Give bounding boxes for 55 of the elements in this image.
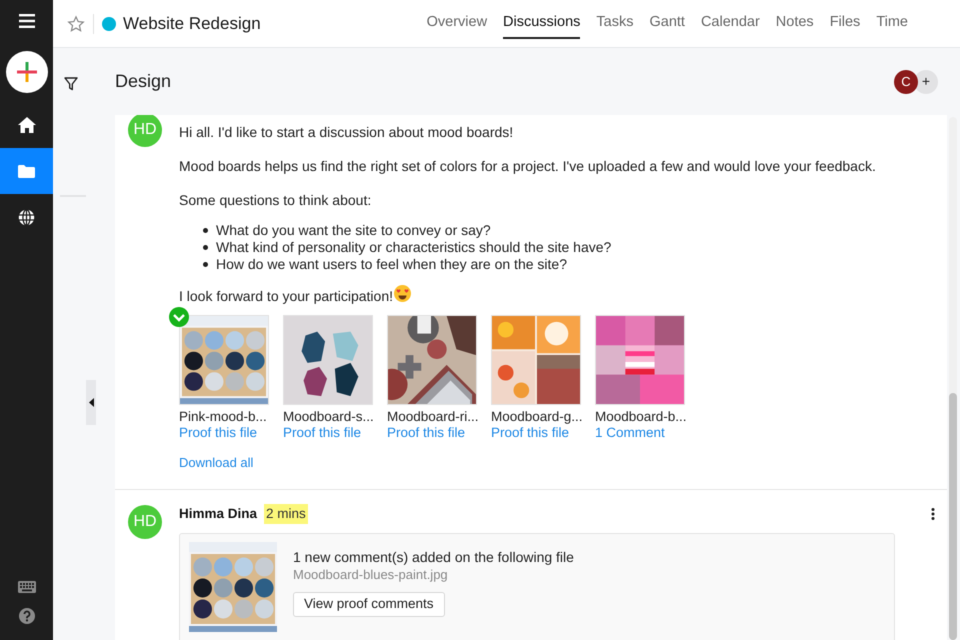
bullet-icon [203, 262, 208, 267]
file-name: Moodboard-ri... [387, 409, 477, 425]
post-paragraph: Mood boards helps us find the right set of colors for a project. I've uploaded a few and would love your feedback. [179, 157, 877, 175]
download-all-link[interactable]: Download all [179, 453, 254, 472]
bullet-icon [203, 245, 208, 250]
bullet-text: What kind of personality or characteristics should the site have? [216, 239, 612, 256]
add-button[interactable] [6, 51, 48, 93]
bullet-text: What do you want the site to convey or say? [216, 222, 491, 239]
star-icon[interactable] [67, 14, 85, 32]
file-name: Moodboard-s... [283, 409, 373, 425]
post-paragraph: Hi all. I'd like to start a discussion about mood boards! [179, 123, 514, 141]
plus-icon [16, 62, 36, 82]
nav-tab[interactable]: Calendar [700, 8, 760, 39]
member-avatar: C [894, 70, 918, 94]
folder-icon [18, 164, 35, 178]
keyboard-icon[interactable] [18, 581, 36, 593]
help-icon[interactable] [18, 608, 34, 624]
file-action-link[interactable]: Proof this file [179, 425, 269, 441]
collapse-handle[interactable] [86, 380, 96, 425]
file-name: Moodboard-b... [595, 409, 685, 425]
file-action-link[interactable]: Proof this file [283, 425, 373, 441]
user-avatar: HD [128, 505, 162, 539]
nav-tab[interactable]: Tasks [596, 8, 634, 39]
nav-tab[interactable]: Time [876, 8, 908, 39]
file-action-link[interactable]: 1 Comment [595, 425, 685, 441]
caret-icon [88, 398, 94, 407]
section-title: Design [115, 70, 172, 93]
file-name: Moodboard-g... [491, 409, 581, 425]
globe-icon [18, 208, 35, 226]
menu-icon[interactable] [18, 14, 34, 28]
nav-tab[interactable]: Discussions [503, 8, 580, 39]
notification-text: 1 new comment(s) added on the following file [293, 548, 574, 566]
bullet-icon [203, 228, 208, 233]
home-icon [18, 117, 36, 133]
author-name: Himma Dina [179, 504, 258, 523]
scrollbar[interactable] [947, 115, 959, 640]
nav-tab[interactable]: Overview [426, 8, 488, 39]
post-paragraph: Some questions to think about: [179, 191, 372, 209]
project-title: Website Redesign [123, 12, 261, 35]
bullet-text: How do we want users to feel when they are on the site? [216, 256, 567, 273]
nav-tab[interactable]: Gantt [649, 8, 685, 39]
add-member-button[interactable]: + [914, 70, 938, 94]
file-action-link[interactable]: Proof this file [491, 425, 581, 441]
post-time: 2 mins [264, 504, 308, 524]
heart-eyes-emoji-icon [394, 285, 411, 302]
file-name: Moodboard-blues-paint.jpg [293, 566, 449, 583]
view-comments-button[interactable]: View proof comments [293, 592, 445, 617]
more-icon[interactable] [931, 508, 935, 520]
nav-tab[interactable]: Files [830, 8, 860, 39]
file-action-link[interactable]: Proof this file [387, 425, 477, 441]
nav-tab[interactable]: Notes [776, 8, 814, 39]
filter-icon[interactable] [64, 77, 78, 91]
post-paragraph: I look forward to your participation! [179, 287, 393, 305]
user-avatar: HD [128, 115, 162, 147]
file-name: Pink-mood-b... [179, 409, 268, 425]
